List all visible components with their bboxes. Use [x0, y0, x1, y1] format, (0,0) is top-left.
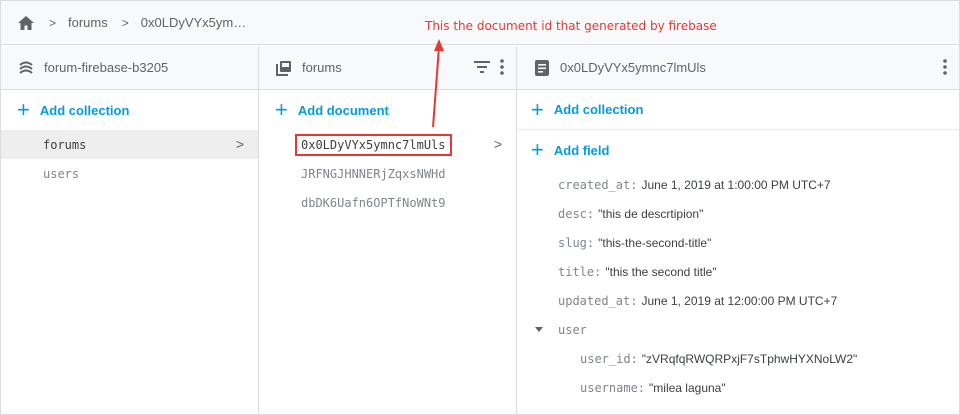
- add-document-button[interactable]: + Add document: [259, 90, 516, 130]
- add-collection-label: Add collection: [553, 102, 644, 117]
- document-id: JRFNGJHNNERjZqxsNWHd: [301, 166, 446, 181]
- chevron-right-icon: >: [49, 15, 57, 30]
- collection-item-forums[interactable]: forums >: [1, 130, 258, 159]
- more-vert-icon[interactable]: [500, 59, 504, 78]
- field-key: slug:: [558, 235, 595, 250]
- add-field-button[interactable]: + Add field: [517, 130, 959, 170]
- field-key: username:: [580, 380, 646, 395]
- chevron-right-icon: >: [121, 15, 129, 30]
- database-icon: [17, 59, 35, 77]
- collection-name: users: [43, 166, 80, 181]
- home-icon[interactable]: [17, 15, 35, 31]
- field-value: "zVRqfqRWQRPxjF7sTphwHYXNoLW2": [641, 351, 858, 366]
- field-key: user: [558, 322, 587, 337]
- field-value: June 1, 2019 at 12:00:00 PM UTC+7: [641, 293, 838, 308]
- field-row[interactable]: user_id: "zVRqfqRWQRPxjF7sTphwHYXNoLW2": [517, 344, 959, 373]
- chevron-right-icon: >: [493, 136, 502, 152]
- plus-icon: +: [17, 97, 30, 122]
- field-row[interactable]: updated_at: June 1, 2019 at 12:00:00 PM …: [517, 286, 959, 315]
- add-document-label: Add document: [297, 102, 389, 118]
- field-row[interactable]: slug: "this-the-second-title": [517, 228, 959, 257]
- field-row[interactable]: created_at: June 1, 2019 at 1:00:00 PM U…: [517, 170, 959, 199]
- chevron-right-icon: >: [235, 136, 244, 152]
- field-key: title:: [558, 264, 602, 279]
- document-panel-header: 0x0LDyVYx5ymnc7lmUls: [517, 46, 959, 90]
- plus-icon: +: [275, 97, 288, 122]
- field-row[interactable]: username: "milea laguna": [517, 373, 959, 402]
- collection-title: forums: [302, 60, 342, 75]
- field-value: "this the second title": [605, 264, 717, 279]
- root-panel: forum-firebase-b3205 + Add collection fo…: [1, 46, 259, 414]
- filter-icon[interactable]: [474, 60, 490, 77]
- field-value: "milea laguna": [649, 380, 726, 395]
- field-row[interactable]: title: "this the second title": [517, 257, 959, 286]
- expand-triangle-icon[interactable]: [535, 327, 543, 332]
- breadcrumb-item-document[interactable]: 0x0LDyVYx5ym…: [141, 15, 246, 30]
- field-key: desc:: [558, 206, 595, 221]
- collection-panel-header: forums: [259, 46, 516, 90]
- annotation-text: This the document id that generated by f…: [425, 19, 717, 33]
- field-key: created_at:: [558, 177, 638, 192]
- field-row[interactable]: desc: "this de descrtipion": [517, 199, 959, 228]
- field-value: June 1, 2019 at 1:00:00 PM UTC+7: [641, 177, 831, 192]
- map-field-user[interactable]: user: [517, 315, 959, 344]
- breadcrumb-item-forums[interactable]: forums: [68, 15, 108, 30]
- document-item[interactable]: dbDK6Uafn6OPTfNoWNt9: [259, 188, 516, 217]
- project-title: forum-firebase-b3205: [44, 60, 169, 75]
- annotation-arrow: [432, 39, 444, 128]
- collection-item-users[interactable]: users: [1, 159, 258, 188]
- firestore-console: > forums > 0x0LDyVYx5ym… forum-firebase-…: [0, 0, 960, 415]
- document-title: 0x0LDyVYx5ymnc7lmUls: [560, 60, 706, 75]
- document-item-selected[interactable]: 0x0LDyVYx5ymnc7lmUls >: [259, 130, 516, 159]
- collection-name: forums: [43, 137, 87, 152]
- collection-icon: [275, 59, 293, 77]
- more-vert-icon[interactable]: [943, 59, 947, 78]
- plus-icon: +: [531, 96, 544, 122]
- add-collection-label: Add collection: [39, 102, 130, 118]
- document-id: dbDK6Uafn6OPTfNoWNt9: [301, 195, 446, 210]
- document-icon: [533, 59, 551, 77]
- root-panel-header: forum-firebase-b3205: [1, 46, 258, 90]
- add-subcollection-button[interactable]: + Add collection: [517, 90, 959, 130]
- field-value: "this-the-second-title": [598, 235, 712, 250]
- add-collection-button[interactable]: + Add collection: [1, 90, 258, 130]
- field-key: user_id:: [580, 351, 638, 366]
- document-item[interactable]: JRFNGJHNNERjZqxsNWHd: [259, 159, 516, 188]
- field-key: updated_at:: [558, 293, 638, 308]
- add-field-label: Add field: [553, 142, 610, 158]
- collection-panel: forums + Add document 0x0LDyVYx5ymnc7lmU…: [259, 46, 517, 414]
- plus-icon: +: [531, 137, 544, 162]
- field-value: "this de descrtipion": [598, 206, 704, 221]
- document-panel: 0x0LDyVYx5ymnc7lmUls + Add collection + …: [517, 46, 959, 414]
